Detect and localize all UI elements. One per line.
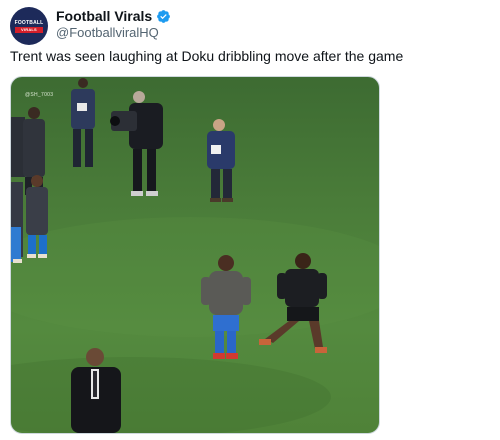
action-bar [10,434,490,440]
player-group-left [11,107,48,263]
avatar-logo: FOOTBALL VIRALS [14,19,44,33]
avatar-logo-text: FOOTBALL [14,19,44,26]
avatar-logo-subtext: VIRALS [14,26,44,33]
avatar[interactable]: FOOTBALL VIRALS [10,7,48,45]
display-name[interactable]: Football Virals [56,8,152,24]
verified-badge-icon [157,9,171,23]
tweet-text: Trent was seen laughing at Doku dribblin… [10,48,404,64]
author-row: Football Virals [56,8,171,24]
video-watermark: @SH_7003 [25,92,54,98]
handle[interactable]: @FootballviralHQ [56,25,159,40]
pitch-scene [11,78,379,433]
tweet-media-video[interactable]: @SH_7003 [10,76,380,434]
